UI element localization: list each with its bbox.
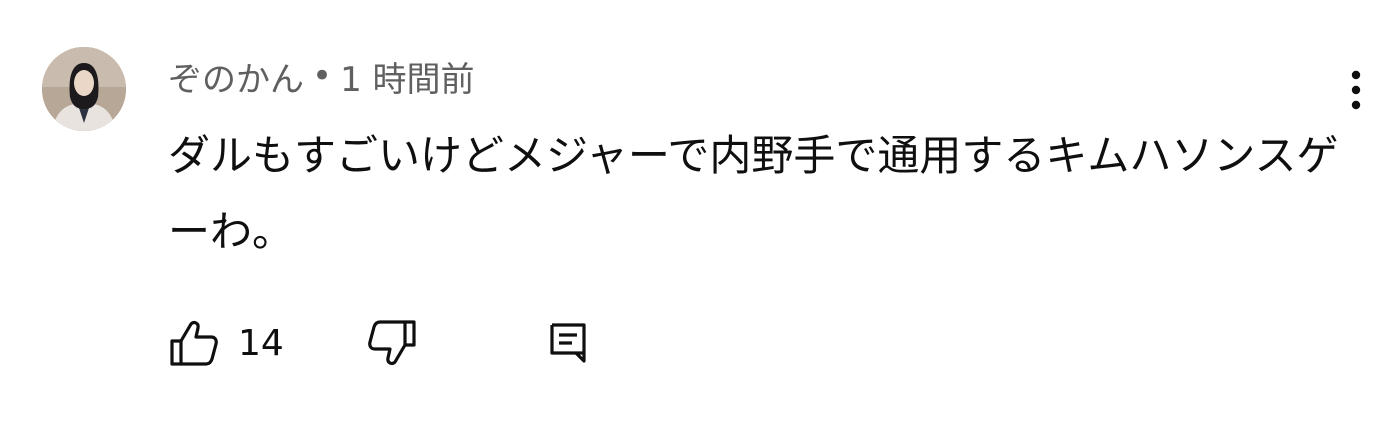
more-vert-icon [1351,70,1361,110]
comment-reply-icon [548,321,588,365]
thumb-down-icon [366,319,418,367]
comment-header: ぞのかん • 1 時間前 [168,50,475,102]
reply-button[interactable] [548,316,588,370]
avatar[interactable] [42,47,126,131]
thumb-up-icon [168,319,220,367]
like-count: 14 [238,322,284,364]
comment-text: ダルもすごいけどメジャーで内野手で通用するキムハソンスゲーわ。 [168,131,1339,256]
comment-timestamp[interactable]: 1 時間前 [340,52,474,101]
like-button[interactable]: 14 [168,316,284,370]
comment-thread-item: ぞのかん • 1 時間前 ダルもすごいけどメジャーで内野手で通用するキムハソンス… [0,0,1389,421]
action-menu-button[interactable] [1336,66,1376,114]
avatar-image [42,47,126,131]
dislike-button[interactable] [366,316,418,370]
author-name[interactable]: ぞのかん [168,52,304,101]
header-separator: • [312,56,333,96]
comment-action-bar: 14 [168,316,628,370]
